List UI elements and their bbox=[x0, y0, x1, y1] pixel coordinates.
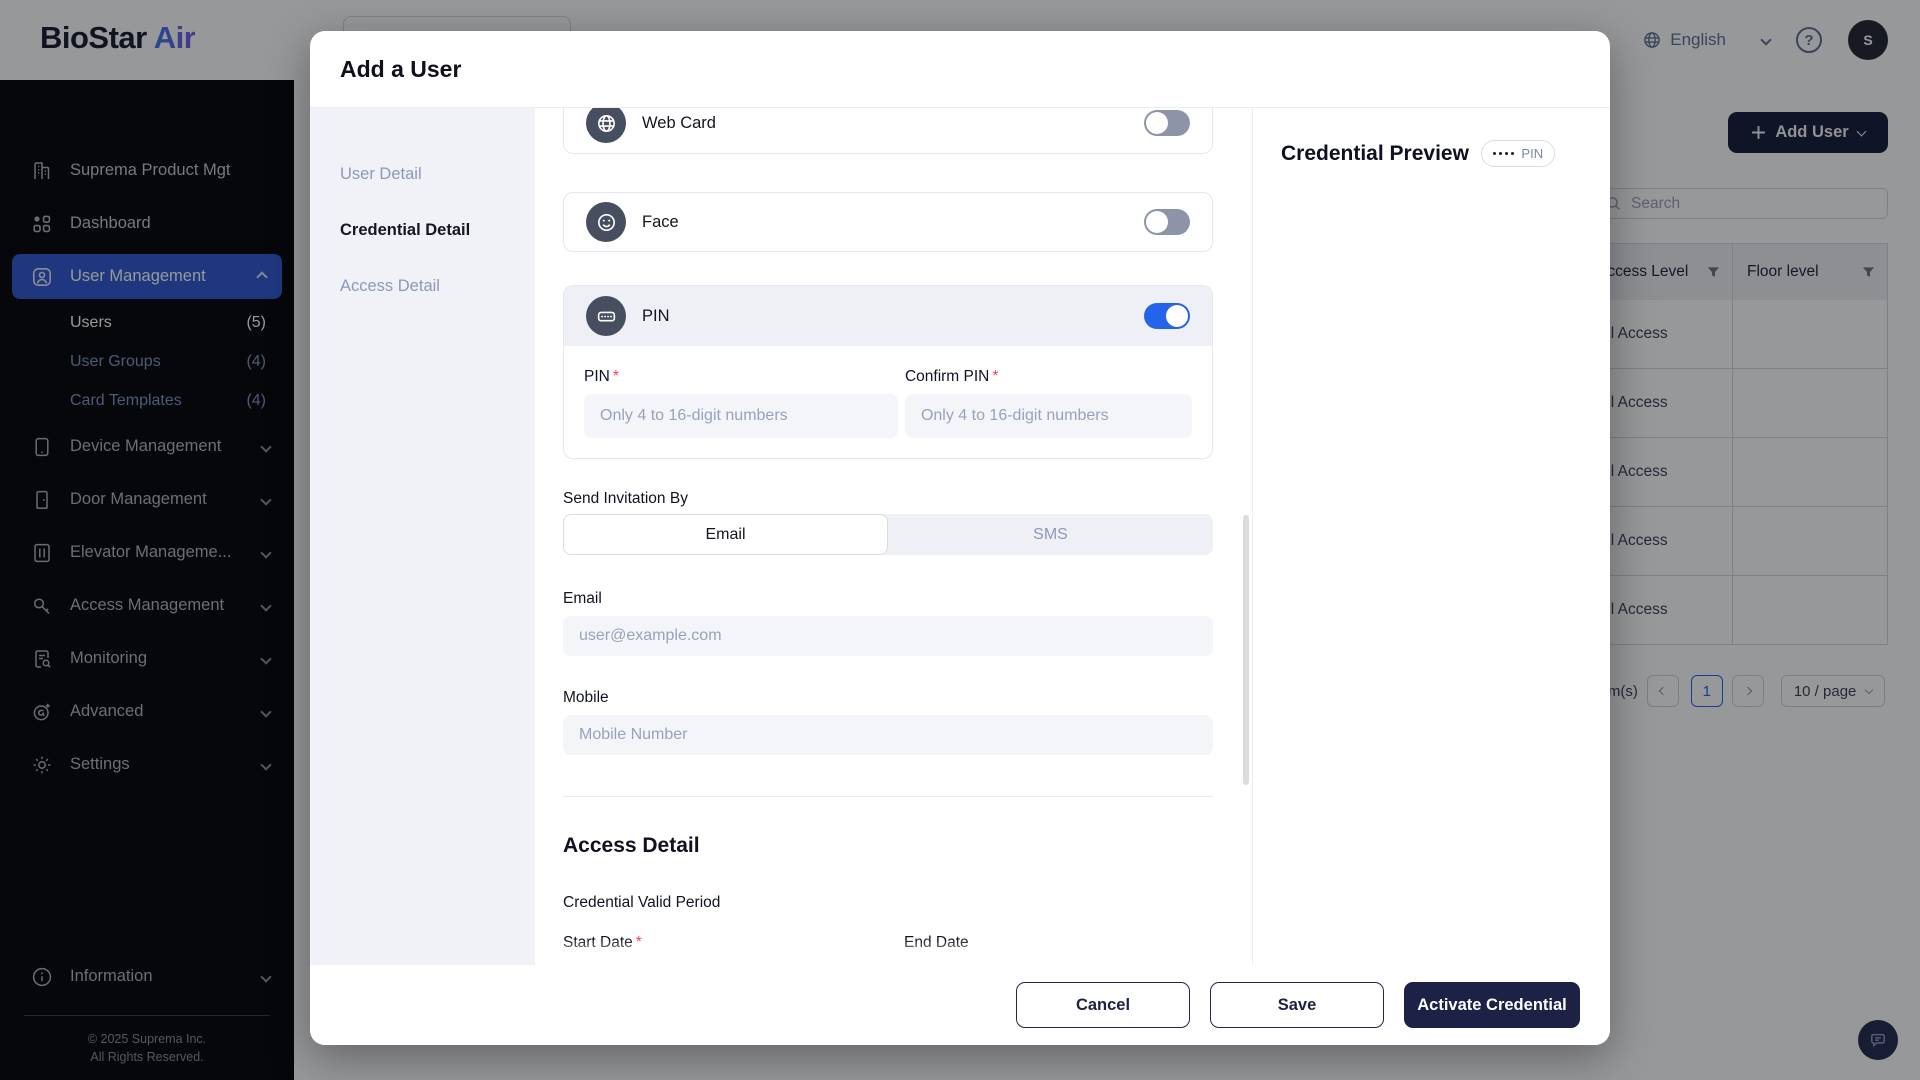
credential-label: Face bbox=[642, 213, 1128, 232]
activate-credential-button[interactable]: Activate Credential bbox=[1404, 982, 1580, 1028]
cancel-button[interactable]: Cancel bbox=[1016, 982, 1190, 1028]
credential-preview-panel: Credential Preview PIN bbox=[1253, 108, 1610, 965]
credential-group-pin: PIN PIN* Confirm PIN* bbox=[563, 285, 1213, 459]
face-toggle[interactable] bbox=[1144, 209, 1190, 235]
modal-header: Add a User bbox=[310, 31, 1610, 108]
face-icon bbox=[586, 202, 626, 242]
modal-title: Add a User bbox=[340, 56, 461, 83]
modal-scroll-content: Web Card Face PIN PIN* bbox=[563, 108, 1213, 965]
invitation-option-email[interactable]: Email bbox=[563, 514, 888, 555]
confirm-pin-label: Confirm PIN* bbox=[905, 368, 1192, 386]
modal-footer: Cancel Save Activate Credential bbox=[310, 965, 1610, 1045]
tab-access-detail[interactable]: Access Detail bbox=[310, 258, 535, 314]
mobile-input[interactable] bbox=[563, 715, 1213, 755]
email-label: Email bbox=[563, 590, 602, 608]
pin-toggle[interactable] bbox=[1144, 303, 1190, 329]
chat-button[interactable] bbox=[1858, 1020, 1898, 1060]
credential-label: PIN bbox=[642, 307, 1128, 326]
pin-keypad-icon bbox=[586, 296, 626, 336]
chat-bubble-icon bbox=[1868, 1030, 1888, 1050]
credential-row-pin: PIN bbox=[564, 286, 1212, 346]
mobile-label: Mobile bbox=[563, 689, 609, 707]
credential-row-web-card: Web Card bbox=[563, 108, 1213, 154]
invitation-option-sms[interactable]: SMS bbox=[888, 514, 1213, 555]
access-detail-heading: Access Detail bbox=[563, 834, 700, 858]
send-invitation-label: Send Invitation By bbox=[563, 490, 688, 508]
scroll-fade bbox=[535, 939, 1252, 965]
credential-valid-period-label: Credential Valid Period bbox=[563, 894, 720, 912]
modal-scrollbar[interactable] bbox=[1243, 515, 1249, 785]
tab-credential-detail[interactable]: Credential Detail bbox=[310, 202, 535, 258]
invitation-method-segmented: Email SMS bbox=[563, 514, 1213, 555]
pin-label: PIN* bbox=[584, 368, 898, 386]
modal-section-nav: User Detail Credential Detail Access Det… bbox=[310, 108, 535, 965]
confirm-pin-input[interactable] bbox=[905, 394, 1192, 438]
save-button[interactable]: Save bbox=[1210, 982, 1384, 1028]
email-input[interactable] bbox=[563, 616, 1213, 656]
pin-dots-icon bbox=[1493, 152, 1515, 156]
pin-badge: PIN bbox=[1481, 140, 1555, 167]
web-card-toggle[interactable] bbox=[1144, 110, 1190, 136]
pin-fields: PIN* Confirm PIN* bbox=[564, 346, 1212, 438]
modal-form-area: Web Card Face PIN PIN* bbox=[535, 108, 1252, 965]
required-asterisk: * bbox=[613, 368, 619, 385]
tab-user-detail[interactable]: User Detail bbox=[310, 146, 535, 202]
add-user-modal: Add a User User Detail Credential Detail… bbox=[310, 31, 1610, 1045]
pin-input[interactable] bbox=[584, 394, 898, 438]
credential-label: Web Card bbox=[642, 114, 1128, 133]
credential-preview-heading: Credential Preview bbox=[1281, 142, 1469, 166]
web-card-icon bbox=[586, 108, 626, 143]
required-asterisk: * bbox=[992, 368, 998, 385]
credential-row-face: Face bbox=[563, 192, 1213, 252]
section-divider bbox=[563, 796, 1213, 797]
